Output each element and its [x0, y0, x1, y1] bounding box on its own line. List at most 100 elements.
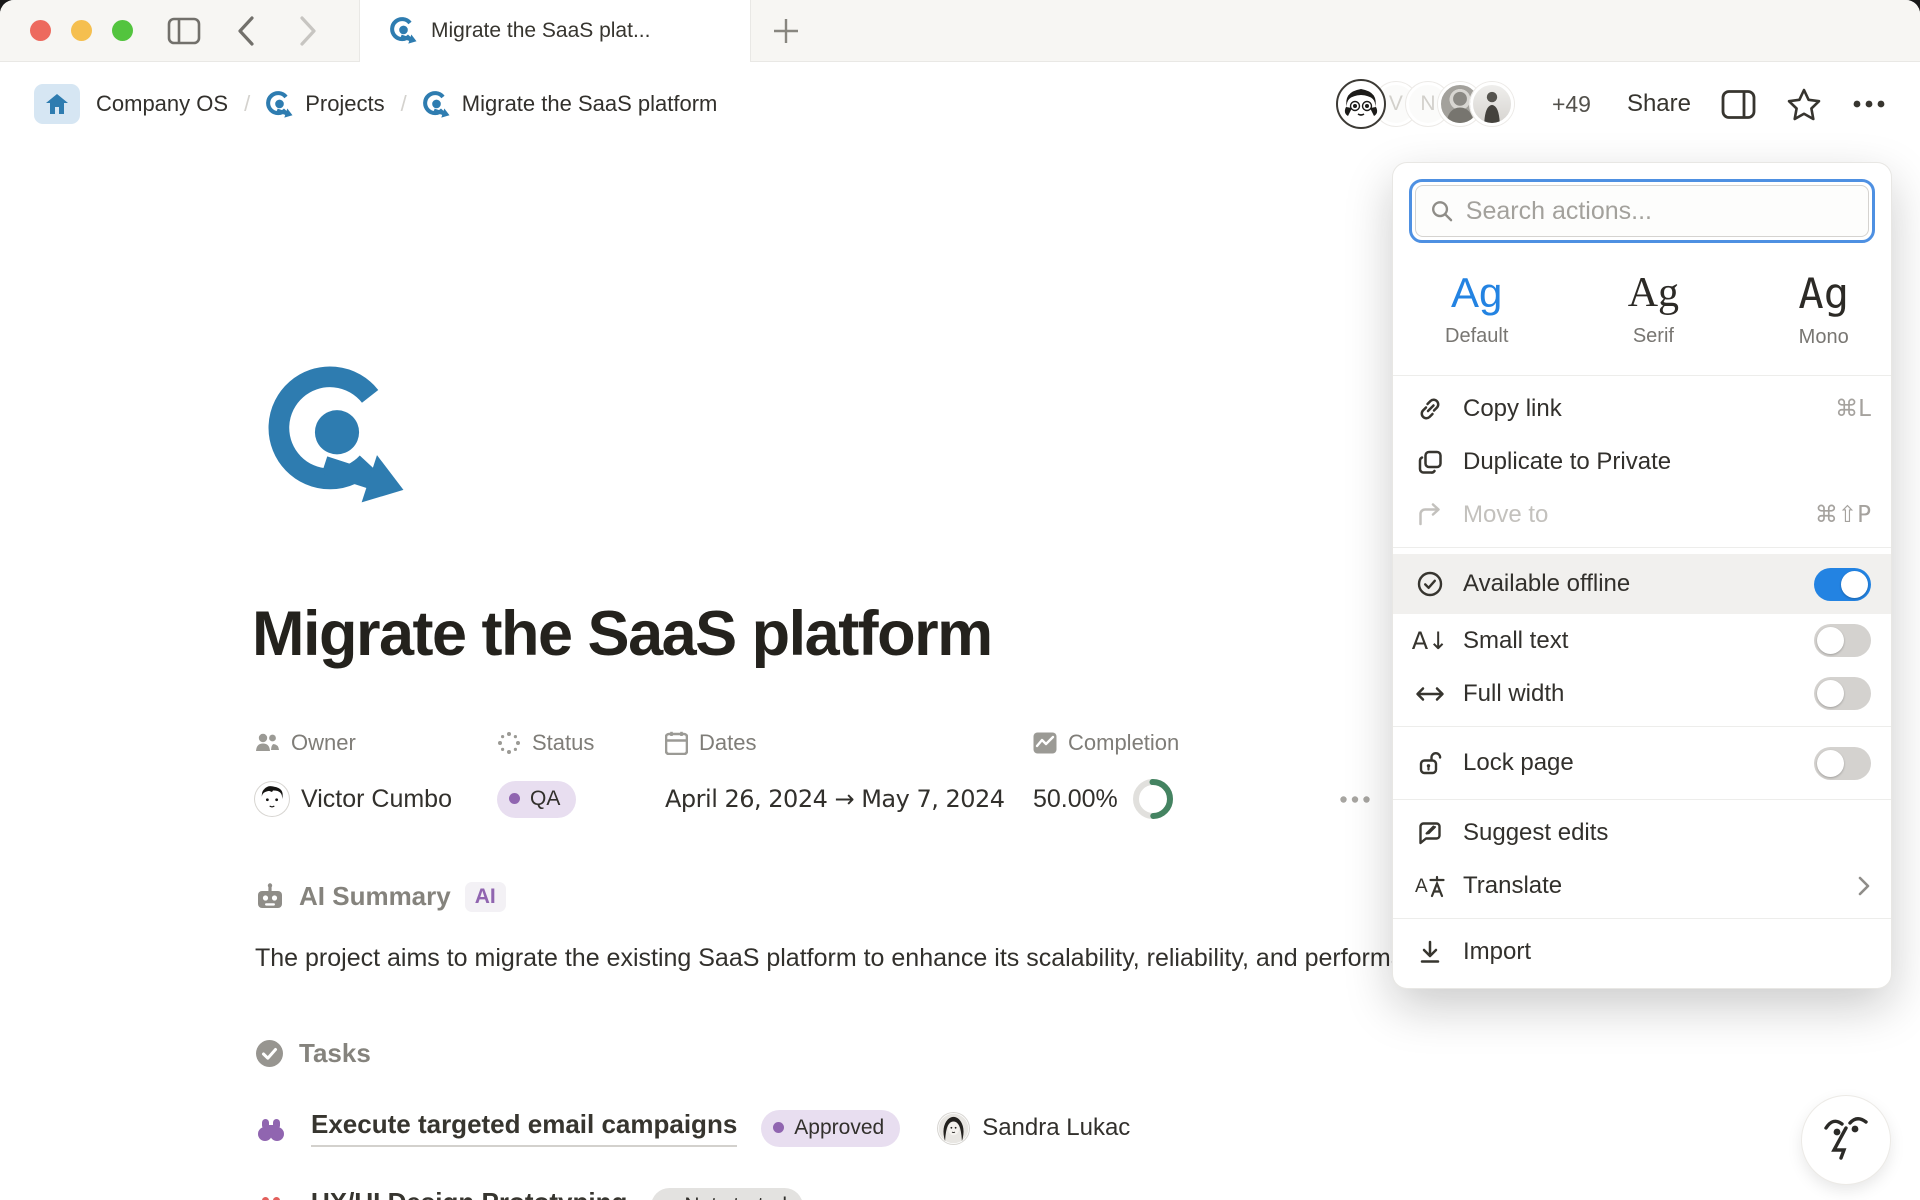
- search-icon: [1430, 198, 1454, 224]
- available-offline-toggle[interactable]: [1814, 568, 1871, 601]
- binoculars-icon: [255, 1192, 287, 1200]
- page-title[interactable]: Migrate the SaaS platform: [252, 598, 992, 670]
- more-icon[interactable]: [1852, 99, 1886, 109]
- breadcrumb-item-company-os[interactable]: Company OS: [96, 91, 228, 117]
- presence-overflow-count[interactable]: +49: [1552, 91, 1591, 118]
- lock-open-icon: [1413, 749, 1447, 777]
- keyboard-shortcut: ⌘⇧P: [1815, 502, 1871, 528]
- completion-ring: [1130, 776, 1176, 822]
- breadcrumb-item-current-page[interactable]: Migrate the SaaS platform: [423, 91, 718, 118]
- zoom-window-button[interactable]: [112, 20, 133, 41]
- property-label: Owner: [291, 730, 356, 756]
- share-button[interactable]: Share: [1627, 90, 1691, 118]
- notion-ai-button[interactable]: [1802, 1096, 1890, 1184]
- full-width-icon: [1413, 686, 1447, 702]
- window-controls: [30, 20, 133, 41]
- home-icon: [45, 92, 69, 116]
- page-options-menu: Ag Default Ag Serif Ag Mono Copy link ⌘L: [1393, 163, 1891, 988]
- side-panel-icon[interactable]: [1721, 89, 1756, 120]
- menu-divider: [1393, 799, 1891, 800]
- suggest-edits-icon: [1413, 819, 1447, 847]
- forward-button[interactable]: [297, 14, 319, 48]
- import-icon: [1413, 939, 1447, 965]
- font-option-mono[interactable]: Ag Mono: [1798, 269, 1849, 349]
- active-tab[interactable]: Migrate the SaaS plat...: [359, 0, 751, 62]
- menu-item-copy-link[interactable]: Copy link ⌘L: [1393, 382, 1891, 435]
- full-width-toggle[interactable]: [1814, 677, 1871, 710]
- menu-item-import[interactable]: Import: [1393, 925, 1891, 978]
- search-field[interactable]: [1415, 185, 1869, 237]
- font-label: Default: [1445, 325, 1508, 348]
- font-option-default[interactable]: Ag Default: [1445, 269, 1508, 349]
- task-link[interactable]: UX/UI Design Prototyping: [311, 1187, 627, 1200]
- breadcrumb-label: Migrate the SaaS platform: [462, 91, 718, 117]
- menu-item-label: Import: [1463, 938, 1871, 966]
- font-label: Mono: [1799, 326, 1849, 349]
- tab-bar: Migrate the SaaS plat...: [0, 0, 1920, 62]
- new-tab-button[interactable]: [771, 16, 801, 46]
- font-label: Serif: [1633, 325, 1674, 348]
- menu-item-label: Available offline: [1463, 570, 1798, 598]
- task-link[interactable]: Execute targeted email campaigns: [311, 1109, 737, 1147]
- minimize-window-button[interactable]: [71, 20, 92, 41]
- property-label: Status: [532, 730, 594, 756]
- breadcrumb-label: Projects: [305, 91, 384, 117]
- avatar: [1336, 79, 1386, 129]
- calendar-icon: [665, 731, 688, 755]
- back-button[interactable]: [235, 14, 257, 48]
- avatar-initial: V: [1389, 92, 1403, 116]
- toggle-knob: [1817, 680, 1844, 707]
- font-option-serif[interactable]: Ag Serif: [1628, 269, 1679, 349]
- close-window-button[interactable]: [30, 20, 51, 41]
- check-circle-icon[interactable]: [255, 1039, 284, 1068]
- small-text-toggle[interactable]: [1814, 624, 1871, 657]
- duplicate-icon: [1413, 448, 1447, 476]
- presence-avatar-stack[interactable]: V N: [1336, 79, 1514, 129]
- binoculars-icon: [255, 1114, 287, 1142]
- breadcrumb-separator: /: [244, 91, 250, 117]
- search-input[interactable]: [1466, 197, 1854, 226]
- property-owner[interactable]: Owner Victor Cumbo: [255, 730, 497, 822]
- task-status-badge[interactable]: Not started: [651, 1188, 803, 1200]
- chart-icon: [1033, 732, 1057, 754]
- breadcrumb-separator: /: [401, 91, 407, 117]
- status-dot: [773, 1122, 784, 1133]
- menu-item-translate[interactable]: A Translate: [1393, 859, 1891, 912]
- ai-summary-text[interactable]: The project aims to migrate the existing…: [255, 944, 1415, 973]
- menu-item-move-to[interactable]: Move to ⌘⇧P: [1393, 488, 1891, 541]
- menu-item-small-text[interactable]: A↓ Small text: [1393, 614, 1891, 667]
- property-completion[interactable]: Completion 50.00%: [1033, 730, 1293, 822]
- property-dates[interactable]: Dates April 26, 2024 → May 7, 2024: [665, 730, 1033, 822]
- menu-item-label: Move to: [1463, 501, 1799, 529]
- page-icon-project[interactable]: [268, 366, 406, 504]
- tab-title: Migrate the SaaS plat...: [431, 19, 650, 43]
- menu-divider: [1393, 726, 1891, 727]
- star-icon[interactable]: [1786, 87, 1822, 122]
- sidebar-toggle-icon[interactable]: [167, 16, 201, 46]
- breadcrumb-item-projects[interactable]: Projects: [266, 91, 384, 118]
- menu-divider: [1393, 918, 1891, 919]
- task-assignee[interactable]: Sandra Lukac: [938, 1113, 1130, 1144]
- menu-item-label: Lock page: [1463, 749, 1798, 777]
- menu-item-duplicate[interactable]: Duplicate to Private: [1393, 435, 1891, 488]
- menu-item-lock-page[interactable]: Lock page: [1393, 733, 1891, 793]
- completion-percent: 50.00%: [1033, 785, 1118, 814]
- ai-summary-heading[interactable]: AI Summary: [299, 881, 451, 912]
- status-badge[interactable]: QA: [497, 781, 576, 818]
- font-sample: Ag: [1628, 269, 1679, 317]
- search-field-focus-ring: [1409, 179, 1875, 243]
- font-sample: Ag: [1451, 269, 1502, 317]
- property-status[interactable]: Status QA: [497, 730, 665, 822]
- breadcrumb-home-chip[interactable]: [34, 84, 80, 124]
- menu-item-full-width[interactable]: Full width: [1393, 667, 1891, 720]
- menu-item-suggest-edits[interactable]: Suggest edits: [1393, 806, 1891, 859]
- task-status-badge[interactable]: Approved: [761, 1110, 900, 1147]
- menu-item-available-offline[interactable]: Available offline: [1393, 554, 1891, 614]
- robot-icon[interactable]: [255, 882, 285, 912]
- link-icon: [1413, 395, 1447, 423]
- toggle-knob: [1817, 627, 1844, 654]
- more-icon[interactable]: [1339, 776, 1371, 822]
- lock-page-toggle[interactable]: [1814, 747, 1871, 780]
- tasks-heading[interactable]: Tasks: [299, 1038, 371, 1069]
- move-to-icon: [1413, 501, 1447, 529]
